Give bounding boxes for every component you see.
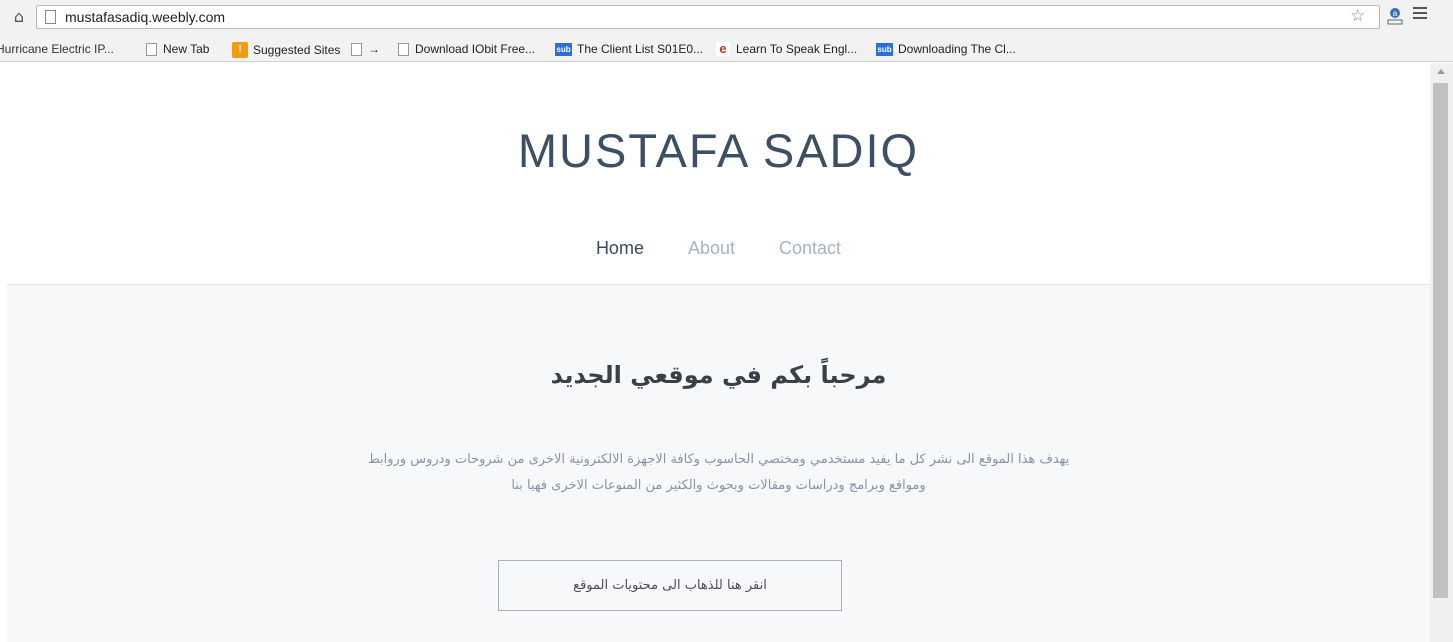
vertical-scrollbar[interactable] [1430, 63, 1453, 642]
enter-site-button[interactable]: انقر هنا للذهاب الى محتويات الموقع [498, 560, 842, 611]
nav-about[interactable]: About [688, 238, 735, 259]
bookmark-star-icon[interactable]: ☆ [1350, 7, 1365, 25]
bookmark-item[interactable]: Hurricane Electric IP... [0, 42, 114, 56]
bookmark-item[interactable]: sub Downloading The Cl... [876, 42, 1016, 56]
description-line: يهدف هذا الموقع الى نشر كل ما يفيد مستخد… [367, 452, 1070, 467]
bookmarks-bar: Hurricane Electric IP... New Tab ! Sugge… [0, 38, 1453, 62]
bookmark-item[interactable]: → [351, 42, 380, 56]
bookmark-item[interactable]: Download IObit Free... [398, 42, 535, 56]
web-page: MUSTAFA SADIQ Home About Contact مرحباً … [7, 63, 1430, 642]
bookmark-label: The Client List S01E0... [577, 42, 704, 56]
menu-icon[interactable] [1413, 7, 1427, 21]
page-icon [45, 10, 56, 24]
svg-text:a: a [1393, 9, 1398, 18]
bookmark-label: Learn To Speak Engl... [736, 42, 858, 56]
bookmark-label: Downloading The Cl... [898, 42, 1016, 56]
nav-contact[interactable]: Contact [779, 238, 841, 259]
home-icon[interactable]: ⌂ [10, 8, 28, 26]
bookmark-item[interactable]: e Learn To Speak Engl... [716, 42, 857, 56]
bookmark-label: Suggested Sites [253, 43, 341, 57]
url-text[interactable]: mustafasadiq.weebly.com [65, 9, 225, 25]
suggested-sites-icon: ! [232, 42, 248, 58]
site-title[interactable]: MUSTAFA SADIQ [7, 123, 1430, 178]
extension-icon[interactable]: a [1385, 6, 1405, 26]
address-bar[interactable]: mustafasadiq.weebly.com [36, 5, 1380, 29]
nav-home[interactable]: Home [596, 238, 644, 259]
bookmark-label: Hurricane Electric IP... [0, 42, 114, 56]
page-icon [351, 42, 362, 56]
sub-icon: sub [555, 42, 572, 56]
page-icon [398, 42, 409, 56]
sub-icon: sub [876, 42, 893, 56]
description-line: ومواقع وبرامج ودراسات ومقالات وبحوث والك… [511, 478, 926, 493]
hero-section: مرحباً بكم في موقعي الجديد يهدف هذا المو… [7, 285, 1430, 642]
bookmark-item[interactable]: ! Suggested Sites [232, 42, 340, 58]
bookmark-label: Download IObit Free... [415, 42, 536, 56]
bookmark-label: → [368, 42, 380, 56]
scroll-up-arrow-icon[interactable] [1437, 69, 1445, 74]
browser-toolbar: ⌂ mustafasadiq.weebly.com ☆ a [0, 0, 1453, 38]
ie-icon: e [716, 42, 730, 56]
bookmark-item[interactable]: New Tab [146, 42, 209, 56]
main-nav: Home About Contact [7, 238, 1430, 259]
bookmark-label: New Tab [163, 42, 210, 56]
bookmark-item[interactable]: sub The Client List S01E0... [555, 42, 703, 56]
welcome-heading: مرحباً بكم في موقعي الجديد [550, 361, 887, 389]
hero-description: يهدف هذا الموقع الى نشر كل ما يفيد مستخد… [7, 447, 1430, 499]
scroll-thumb[interactable] [1433, 83, 1448, 598]
page-icon [146, 42, 157, 56]
